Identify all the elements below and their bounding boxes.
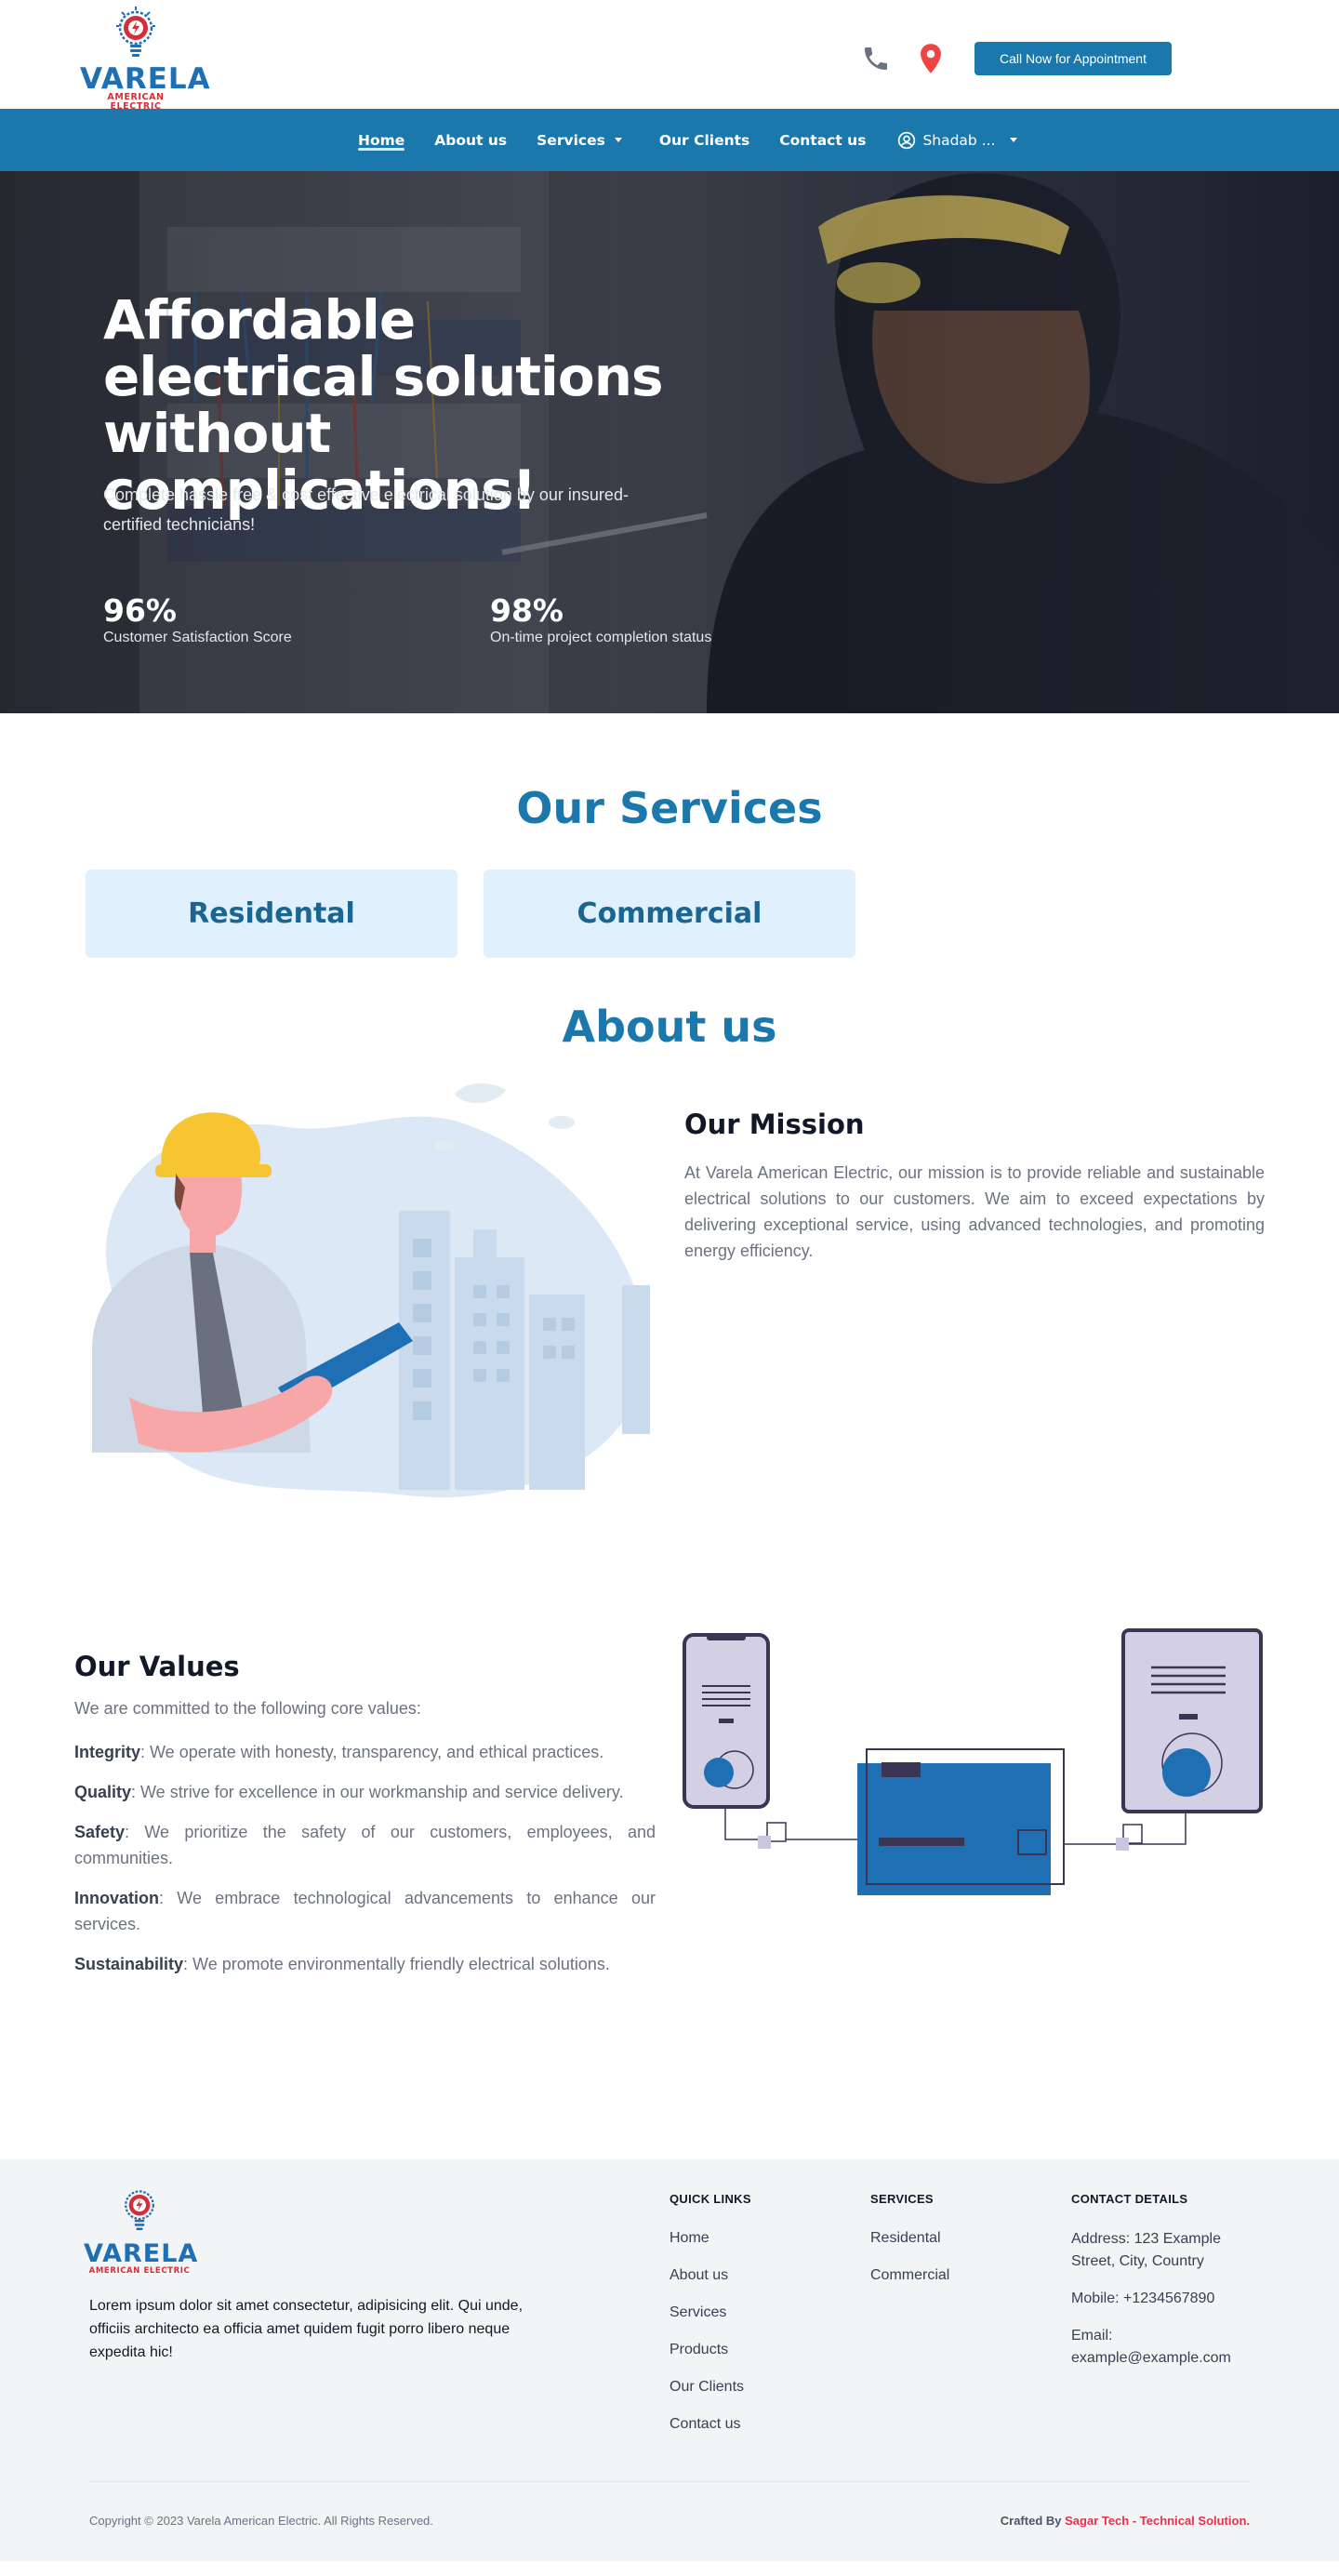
footer-contact-details: CONTACT DETAILS Address: 123 Example Str… (1071, 2192, 1257, 2384)
footer-link-home[interactable]: Home (670, 2228, 751, 2248)
bulb-logo-icon (116, 7, 155, 57)
crafted-link[interactable]: Sagar Tech - Technical Solution. (1065, 2514, 1250, 2528)
hero-section: Affordable electrical solutions without … (0, 171, 1339, 713)
service-card-commercial[interactable]: Commercial (484, 870, 855, 958)
footer-link-products[interactable]: Products (670, 2340, 751, 2359)
phone-icon[interactable] (861, 44, 891, 73)
contact-mobile: Mobile: +1234567890 (1071, 2291, 1215, 2306)
nav-home-label: Home (358, 131, 405, 149)
brand-logo[interactable]: VARELA AMERICAN ELECTRIC (80, 6, 211, 112)
value-text: : We promote environmentally friendly el… (183, 1955, 610, 1973)
value-text: : We strive for excellence in our workma… (131, 1783, 624, 1801)
chevron-down-icon (1010, 138, 1018, 142)
nav-about-us[interactable]: About us (434, 109, 507, 171)
value-text: : We embrace technological advancements … (74, 1889, 656, 1933)
services-section: Our Services Residental Commercial (0, 713, 1339, 969)
user-circle-icon (898, 131, 916, 149)
call-appointment-button[interactable]: Call Now for Appointment (974, 42, 1172, 75)
mission-text: At Varela American Electric, our mission… (684, 1163, 1265, 1260)
contact-address: Address: 123 Example Street, City, Count… (1071, 2231, 1221, 2269)
main-nav: Home About us Services Our Clients Conta… (0, 109, 1339, 171)
stat-label: Customer Satisfaction Score (103, 630, 292, 645)
about-section: About us Our Mission At Varela American … (0, 969, 1339, 2159)
value-item: Sustainability: We promote environmental… (74, 1951, 656, 1977)
mission-title: Our Mission (684, 1109, 865, 1140)
footer-link-residential[interactable]: Residental (870, 2228, 949, 2248)
value-name: Integrity (74, 1743, 141, 1761)
footer-link-about[interactable]: About us (670, 2265, 751, 2285)
nav-home[interactable]: Home (358, 109, 405, 171)
footer-link-commercial[interactable]: Commercial (870, 2265, 949, 2285)
map-pin-icon[interactable] (917, 43, 945, 74)
value-name: Safety (74, 1823, 126, 1841)
value-item: Integrity: We operate with honesty, tran… (74, 1739, 656, 1765)
nav-about-label: About us (434, 131, 508, 149)
nav-clients-label: Our Clients (658, 131, 750, 149)
bulb-logo-icon (125, 2190, 154, 2231)
footer-link-clients[interactable]: Our Clients (670, 2377, 751, 2397)
contact-email: Email: example@example.com (1071, 2328, 1231, 2366)
services-title: Our Services (516, 783, 823, 833)
footer-heading: QUICK LINKS (670, 2192, 751, 2206)
values-list: Integrity: We operate with honesty, tran… (74, 1739, 656, 1991)
copyright-text: Copyright © 2023 Varela American Electri… (89, 2514, 433, 2528)
user-menu[interactable]: Shadab ... (897, 109, 1018, 171)
user-name: Shadab ... (922, 131, 996, 149)
stat-on-time: 98% On-time project completion status (490, 594, 711, 646)
nav-contact-us[interactable]: Contact us (779, 109, 866, 171)
site-footer: VARELA AMERICAN ELECTRIC Lorem ipsum dol… (0, 2159, 1339, 2561)
footer-link-contact[interactable]: Contact us (670, 2414, 751, 2434)
logo-wordmark: VARELA (84, 2239, 199, 2268)
crafted-by: Crafted By Sagar Tech - Technical Soluti… (1001, 2514, 1250, 2528)
footer-about-text: Lorem ipsum dolor sit amet consectetur, … (89, 2298, 524, 2360)
footer-link-services[interactable]: Services (670, 2303, 751, 2322)
footer-heading: SERVICES (870, 2192, 934, 2206)
value-text: : We prioritize the safety of our custom… (74, 1823, 656, 1867)
value-item: Safety: We prioritize the safety of our … (74, 1819, 656, 1871)
value-item: Quality: We strive for excellence in our… (74, 1779, 656, 1805)
value-item: Innovation: We embrace technological adv… (74, 1885, 656, 1937)
chevron-down-icon (614, 138, 622, 142)
footer-quick-links: QUICK LINKS Home About us Services Produ… (670, 2192, 751, 2451)
footer-services: SERVICES Residental Commercial (870, 2192, 949, 2303)
nav-services[interactable]: Services (537, 109, 622, 171)
about-title: About us (562, 1002, 777, 1052)
service-card-residential[interactable]: Residental (86, 870, 457, 958)
nav-contact-label: Contact us (779, 131, 867, 149)
value-name: Sustainability (74, 1955, 184, 1973)
stat-label: On-time project completion status (490, 630, 712, 645)
hero-subtitle: Complete hassle free & cost effective el… (103, 485, 629, 534)
stat-value: 96% (103, 592, 177, 629)
value-name: Quality (74, 1783, 132, 1801)
logo-wordmark: VARELA (80, 62, 211, 96)
nav-our-clients[interactable]: Our Clients (659, 109, 749, 171)
values-title: Our Values (74, 1651, 240, 1682)
footer-divider (89, 2481, 1250, 2482)
footer-logo[interactable]: VARELA AMERICAN ELECTRIC (84, 2185, 199, 2276)
values-intro: We are committed to the following core v… (74, 1699, 421, 1718)
value-text: : We operate with honesty, transparency,… (140, 1743, 604, 1761)
crafted-prefix: Crafted By (1000, 2514, 1066, 2528)
footer-heading: CONTACT DETAILS (1071, 2192, 1188, 2206)
stat-satisfaction: 96% Customer Satisfaction Score (103, 594, 292, 646)
logo-tagline: AMERICAN ELECTRIC (88, 2266, 191, 2276)
stat-value: 98% (490, 592, 563, 629)
engineer-illustration (92, 1083, 650, 1498)
top-header: VARELA AMERICAN ELECTRIC Call Now for Ap… (0, 0, 1339, 112)
devices-network-illustration (683, 1628, 1263, 1895)
value-name: Innovation (74, 1889, 159, 1907)
nav-services-label: Services (537, 131, 605, 149)
